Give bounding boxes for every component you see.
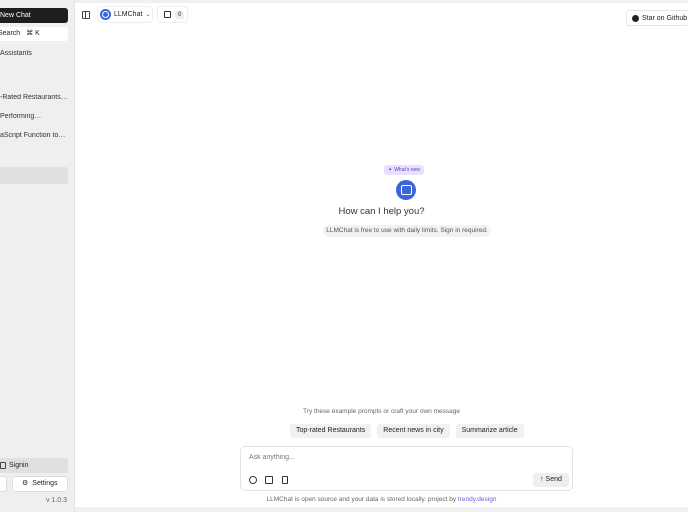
examples-hint: Try these example prompts or craft your …	[303, 408, 460, 415]
new-chat-button[interactable]: New Chat	[0, 8, 68, 23]
search-shortcut: ⌘ K	[26, 30, 40, 37]
sidebar-item-assistants[interactable]: Assistants	[0, 50, 32, 57]
page-title: How can I help you?	[338, 206, 425, 217]
settings-label: Settings	[32, 480, 58, 487]
send-label: Send	[545, 476, 562, 483]
arrow-up-icon: ↑	[540, 476, 544, 483]
whats-new-label: What's new	[394, 167, 420, 173]
image-upload-icon[interactable]	[265, 476, 273, 484]
document-icon[interactable]	[282, 476, 288, 484]
model-name: LLMChat	[114, 11, 143, 18]
whats-new-badge[interactable]: ✦ What's new	[384, 165, 424, 175]
thread-item-3[interactable]: aScript Function to…	[0, 132, 65, 139]
github-label: Star on Github	[642, 14, 688, 22]
main-area: LLMChat ⌄ 0 Star on Github ✦ What's new …	[75, 0, 688, 512]
footer: LLMChat is open source and your data is …	[75, 496, 688, 503]
example-prompt-chip[interactable]: Summarize article	[455, 424, 524, 438]
usage-note: LLMChat is free to use with daily limits…	[323, 225, 491, 237]
model-logo-icon	[100, 9, 111, 20]
settings-button[interactable]: ⚙ Settings	[12, 476, 68, 492]
example-prompt-chip[interactable]: Top-rated Restaurants	[290, 424, 372, 438]
header: LLMChat ⌄ 0 Star on Github	[75, 3, 688, 28]
signin-label: Signin	[9, 462, 29, 469]
chevron-down-icon: ⌄	[145, 12, 151, 18]
signin-icon	[0, 462, 6, 469]
github-star-button[interactable]: Star on Github	[626, 10, 688, 26]
sparkle-icon: ✦	[388, 167, 393, 173]
app-logo-icon	[396, 180, 416, 200]
credits-button[interactable]: 0	[157, 6, 188, 23]
model-selector[interactable]: LLMChat ⌄	[97, 6, 153, 23]
sidebar-selected-item[interactable]	[0, 167, 68, 184]
chat-input[interactable]	[249, 454, 499, 461]
sidebar-toggle-icon[interactable]	[82, 11, 90, 19]
sidebar: New Chat Search ⌘ K Assistants -Rated Re…	[0, 0, 75, 512]
signin-button[interactable]: Signin	[0, 458, 68, 473]
send-button[interactable]: ↑ Send	[533, 473, 569, 487]
example-prompt-chip[interactable]: Recent news in city	[377, 424, 450, 438]
version-label: v 1.0.3	[46, 497, 68, 504]
search-label: Search	[0, 30, 21, 37]
sidebar-button-left[interactable]	[0, 476, 7, 492]
gear-icon: ⚙	[22, 480, 29, 487]
footer-text: LLMChat is open source and your data is …	[266, 496, 458, 503]
web-search-icon[interactable]	[249, 476, 257, 484]
github-icon	[632, 14, 639, 22]
footer-link[interactable]: trendy.design	[458, 496, 497, 503]
example-prompts: Top-rated Restaurants Recent news in cit…	[290, 424, 524, 438]
bottom-strip	[75, 507, 688, 512]
credit-count: 0	[175, 10, 185, 19]
calendar-icon	[164, 11, 171, 18]
thread-item-2[interactable]: Performing…	[0, 113, 41, 120]
chat-input-box: ↑ Send	[240, 446, 573, 491]
thread-item-1[interactable]: -Rated Restaurants…	[0, 94, 68, 101]
search-button[interactable]: Search ⌘ K	[0, 27, 68, 41]
